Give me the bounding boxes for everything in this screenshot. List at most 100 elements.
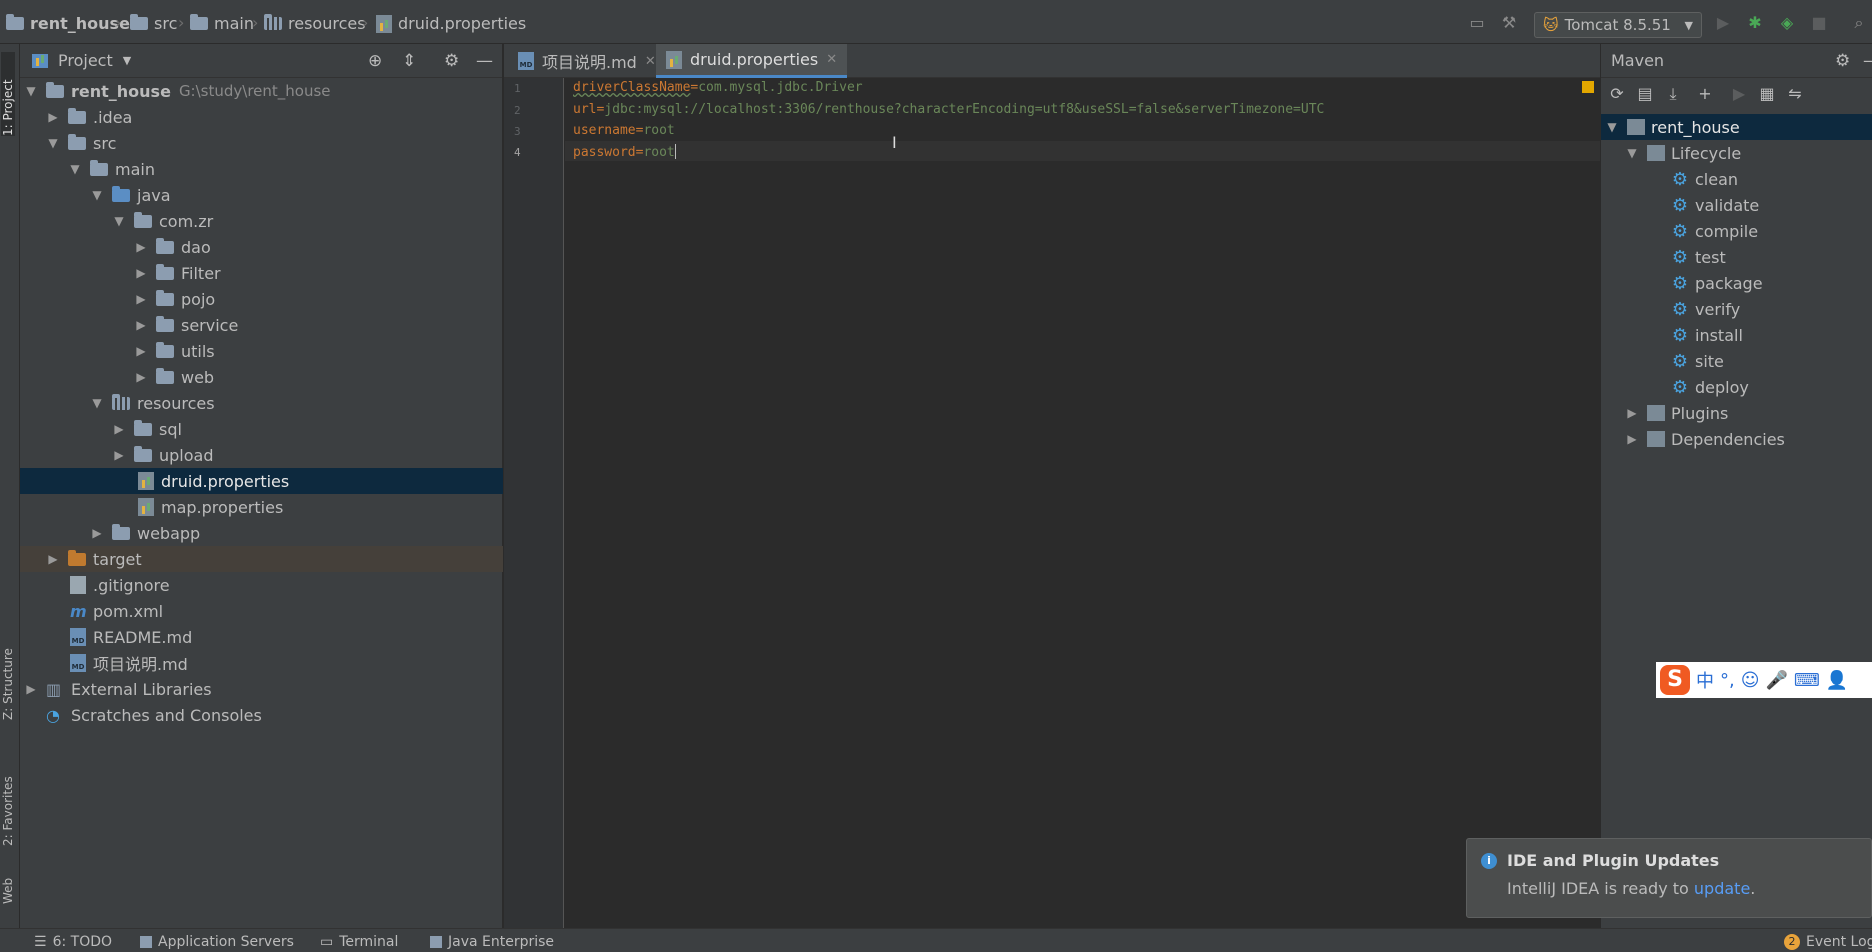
stop-icon[interactable]: ■: [1810, 14, 1828, 32]
ime-language[interactable]: 中: [1696, 667, 1714, 693]
chevron-down-icon[interactable]: ▼: [123, 54, 131, 67]
maven-project-rent-house[interactable]: ▼ rent_house: [1601, 114, 1872, 140]
debug-icon[interactable]: ✱: [1746, 14, 1764, 32]
chevron-right-icon[interactable]: ▶: [134, 240, 148, 254]
java-enterprise-tool-tab[interactable]: Java Enterprise: [430, 934, 554, 950]
minimize-icon[interactable]: —: [1863, 51, 1872, 71]
maven-plugins[interactable]: ▶ Plugins: [1601, 400, 1872, 426]
chevron-down-icon[interactable]: ▼: [68, 162, 82, 176]
toggle-offline-icon[interactable]: ⇋: [1785, 84, 1805, 104]
emoji-icon[interactable]: ☺: [1741, 670, 1760, 691]
close-icon[interactable]: ✕: [826, 52, 837, 67]
maven-goal-package[interactable]: ⚙ package: [1601, 270, 1872, 296]
chevron-right-icon[interactable]: ▶: [112, 422, 126, 436]
tree-item-readme[interactable]: MD README.md: [20, 624, 503, 650]
tree-item-external-libraries[interactable]: ▶ ▥ External Libraries: [20, 676, 503, 702]
close-icon[interactable]: ✕: [645, 54, 656, 69]
build-hammer-icon[interactable]: ⚒: [1500, 14, 1518, 32]
tree-item-com-zr[interactable]: ▼ com.zr: [20, 208, 503, 234]
maven-goal-clean[interactable]: ⚙ clean: [1601, 166, 1872, 192]
tree-item-filter[interactable]: ▶ Filter: [20, 260, 503, 286]
tree-item-project-notes[interactable]: MD 项目说明.md: [20, 650, 503, 676]
breadcrumb-file[interactable]: druid.properties: [376, 14, 526, 33]
generate-sources-icon[interactable]: ▤: [1635, 84, 1655, 104]
tree-item-sql[interactable]: ▶ sql: [20, 416, 503, 442]
chevron-down-icon[interactable]: ▼: [46, 136, 60, 150]
collapse-all-icon[interactable]: ⇕: [402, 51, 416, 71]
chevron-right-icon[interactable]: ▶: [24, 682, 38, 696]
tree-item-web[interactable]: ▶ web: [20, 364, 503, 390]
user-icon[interactable]: 👤: [1826, 670, 1848, 691]
download-icon[interactable]: ⤓: [1663, 84, 1683, 104]
breadcrumb-project[interactable]: rent_house: [6, 14, 130, 33]
maven-dependencies[interactable]: ▶ Dependencies: [1601, 426, 1872, 452]
microphone-icon[interactable]: 🎤: [1766, 670, 1788, 691]
chevron-right-icon[interactable]: ▶: [134, 266, 148, 280]
gear-icon[interactable]: ⚙: [1835, 51, 1850, 71]
maven-goal-verify[interactable]: ⚙ verify: [1601, 296, 1872, 322]
maven-goal-deploy[interactable]: ⚙ deploy: [1601, 374, 1872, 400]
breadcrumb-src[interactable]: src: [130, 14, 177, 33]
terminal-tool-tab[interactable]: ▭ Terminal: [320, 934, 398, 950]
tree-item-src[interactable]: ▼ src: [20, 130, 503, 156]
chevron-right-icon[interactable]: ▶: [1625, 406, 1639, 420]
tree-item-gitignore[interactable]: .gitignore: [20, 572, 503, 598]
gear-icon[interactable]: ⚙: [444, 51, 459, 71]
project-tool-tab[interactable]: 1: Project: [1, 52, 15, 136]
chevron-down-icon[interactable]: ▼: [24, 84, 38, 98]
chevron-right-icon[interactable]: ▶: [134, 292, 148, 306]
maven-goal-compile[interactable]: ⚙ compile: [1601, 218, 1872, 244]
run-icon[interactable]: ▶: [1729, 84, 1749, 104]
maven-goal-install[interactable]: ⚙ install: [1601, 322, 1872, 348]
update-notification[interactable]: i IDE and Plugin Updates IntelliJ IDEA i…: [1466, 838, 1872, 918]
tree-item-dao[interactable]: ▶ dao: [20, 234, 503, 260]
chevron-down-icon[interactable]: ▼: [90, 188, 104, 202]
chevron-right-icon[interactable]: ▶: [1625, 432, 1639, 446]
tree-item-upload[interactable]: ▶ upload: [20, 442, 503, 468]
chevron-down-icon[interactable]: ▼: [1625, 146, 1639, 160]
chevron-right-icon[interactable]: ▶: [46, 110, 60, 124]
ime-toolbar[interactable]: S 中 °, ☺ 🎤 ⌨ 👤: [1656, 662, 1872, 698]
breadcrumb-main[interactable]: main: [190, 14, 254, 33]
chevron-right-icon[interactable]: ▶: [46, 552, 60, 566]
chevron-down-icon[interactable]: ▼: [90, 396, 104, 410]
web-tool-tab[interactable]: Web: [1, 864, 15, 904]
update-link[interactable]: update: [1694, 879, 1750, 898]
tree-item-resources[interactable]: ▼ resources: [20, 390, 503, 416]
punctuation-icon[interactable]: °,: [1720, 670, 1735, 691]
add-icon[interactable]: +: [1695, 84, 1715, 104]
favorites-tool-tab[interactable]: 2: Favorites: [1, 746, 15, 846]
terminal-icon[interactable]: ▭: [1468, 14, 1486, 32]
tree-item-target[interactable]: ▶ target: [20, 546, 503, 572]
locate-icon[interactable]: ⊕: [368, 51, 382, 71]
minimize-icon[interactable]: —: [476, 51, 493, 71]
tree-item-webapp[interactable]: ▶ webapp: [20, 520, 503, 546]
maven-goal-test[interactable]: ⚙ test: [1601, 244, 1872, 270]
maven-goal-site[interactable]: ⚙ site: [1601, 348, 1872, 374]
tree-item-service[interactable]: ▶ service: [20, 312, 503, 338]
tree-item-java[interactable]: ▼ java: [20, 182, 503, 208]
coverage-icon[interactable]: ◈: [1778, 14, 1796, 32]
run-configuration-select[interactable]: 🐱 Tomcat 8.5.51 ▼: [1534, 12, 1702, 38]
chevron-down-icon[interactable]: ▼: [1605, 120, 1619, 134]
search-icon[interactable]: ⌕: [1850, 14, 1868, 32]
chevron-right-icon[interactable]: ▶: [90, 526, 104, 540]
tree-item-utils[interactable]: ▶ utils: [20, 338, 503, 364]
warning-marker-icon[interactable]: [1582, 81, 1594, 93]
tree-item-rent-house[interactable]: ▼ rent_house G:\study\rent_house: [20, 78, 503, 104]
tab-druid-properties[interactable]: druid.properties ✕: [656, 44, 848, 78]
chevron-down-icon[interactable]: ▼: [112, 214, 126, 228]
tree-item-map-properties[interactable]: map.properties: [20, 494, 503, 520]
breadcrumb-resources[interactable]: resources: [264, 14, 366, 33]
tree-item-main[interactable]: ▼ main: [20, 156, 503, 182]
execute-goal-icon[interactable]: ▦: [1757, 84, 1777, 104]
run-icon[interactable]: ▶: [1714, 14, 1732, 32]
project-panel-title[interactable]: Project: [58, 51, 113, 70]
chevron-right-icon[interactable]: ▶: [134, 318, 148, 332]
tab-project-notes[interactable]: MD 项目说明.md ✕: [508, 44, 666, 78]
keyboard-icon[interactable]: ⌨: [1794, 670, 1820, 691]
chevron-right-icon[interactable]: ▶: [112, 448, 126, 462]
app-servers-tool-tab[interactable]: Application Servers: [140, 934, 294, 950]
chevron-right-icon[interactable]: ▶: [134, 370, 148, 384]
tree-item-pom-xml[interactable]: m pom.xml: [20, 598, 503, 624]
